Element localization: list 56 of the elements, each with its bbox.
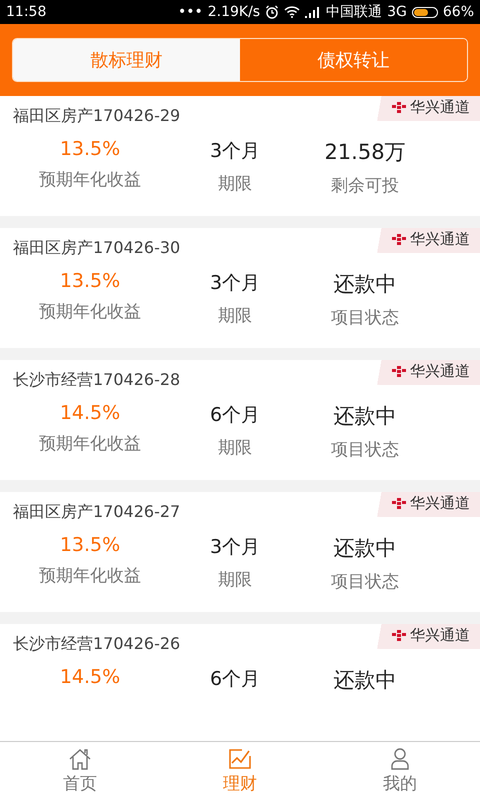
wifi-icon xyxy=(284,6,300,18)
term-label: 期限 xyxy=(218,173,252,195)
interest-rate: 13.5% xyxy=(60,270,120,292)
rate-label: 预期年化收益 xyxy=(39,169,141,191)
home-icon xyxy=(68,748,92,770)
rate-label: 预期年化收益 xyxy=(39,565,141,587)
rate-label: 预期年化收益 xyxy=(39,301,141,323)
product-card[interactable]: 福田区房产170426-29 华兴通道 13.5% 预期年化收益 3个月 期限 21.58万 剩余可投 xyxy=(0,96,480,216)
network-speed: 2.19K/s xyxy=(208,4,260,20)
notification-dots: ••• xyxy=(178,4,203,20)
product-card[interactable]: 福田区房产170426-30 华兴通道 13.5% 预期年化收益 3个月 期限 还款中 项目状态 xyxy=(0,228,480,348)
status-label: 项目状态 xyxy=(331,439,399,461)
term-value: 6个月 xyxy=(210,403,260,428)
status-value: 21.58万 xyxy=(324,139,406,166)
term-value: 3个月 xyxy=(210,139,260,164)
status-label: 剩余可投 xyxy=(331,175,399,197)
interest-rate: 14.5% xyxy=(60,666,120,688)
chart-icon xyxy=(228,748,252,770)
term-label: 期限 xyxy=(218,437,252,459)
diamond-logo-icon xyxy=(392,234,406,246)
clock-time: 11:58 xyxy=(6,4,46,20)
diamond-logo-icon xyxy=(392,102,406,114)
alarm-icon xyxy=(265,5,280,19)
network-type: 3G xyxy=(387,4,407,20)
status-value: 还款中 xyxy=(334,403,396,430)
status-value: 还款中 xyxy=(334,271,396,298)
term-label: 期限 xyxy=(218,305,252,327)
signal-icon xyxy=(305,6,322,18)
nav-tab[interactable]: 首页 xyxy=(0,742,160,800)
product-title: 长沙市经营170426-26 xyxy=(12,633,180,655)
product-card[interactable]: 福田区房产170426-27 华兴通道 13.5% 预期年化收益 3个月 期限 还款中 项目状态 xyxy=(0,492,480,612)
diamond-logo-icon xyxy=(392,366,406,378)
diamond-logo-icon xyxy=(392,498,406,510)
battery-icon xyxy=(412,6,438,18)
product-title: 长沙市经营170426-28 xyxy=(12,369,180,391)
status-value: 还款中 xyxy=(334,667,396,694)
term-label: 期限 xyxy=(218,569,252,591)
term-value: 3个月 xyxy=(210,535,260,560)
interest-rate: 14.5% xyxy=(60,402,120,424)
status-label: 项目状态 xyxy=(331,571,399,593)
rate-label: 预期年化收益 xyxy=(39,433,141,455)
product-card[interactable]: 长沙市经营170426-28 华兴通道 14.5% 预期年化收益 6个月 期限 还款中 项目状态 xyxy=(0,360,480,480)
term-value: 6个月 xyxy=(210,667,260,692)
diamond-logo-icon xyxy=(392,630,406,642)
battery-percent: 66% xyxy=(442,4,474,20)
status-value: 还款中 xyxy=(334,535,396,562)
product-title: 福田区房产170426-27 xyxy=(12,501,180,523)
term-value: 3个月 xyxy=(210,271,260,296)
interest-rate: 13.5% xyxy=(60,534,120,556)
product-card[interactable]: 长沙市经营170426-26 华兴通道 14.5% 6个月 还款中 xyxy=(0,624,480,741)
product-title: 福田区房产170426-30 xyxy=(12,237,180,259)
product-title: 福田区房产170426-29 xyxy=(12,105,180,127)
nav-tab[interactable]: 我的 xyxy=(320,742,480,800)
carrier-name: 中国联通 xyxy=(326,3,382,21)
status-label: 项目状态 xyxy=(331,307,399,329)
interest-rate: 13.5% xyxy=(60,138,120,160)
